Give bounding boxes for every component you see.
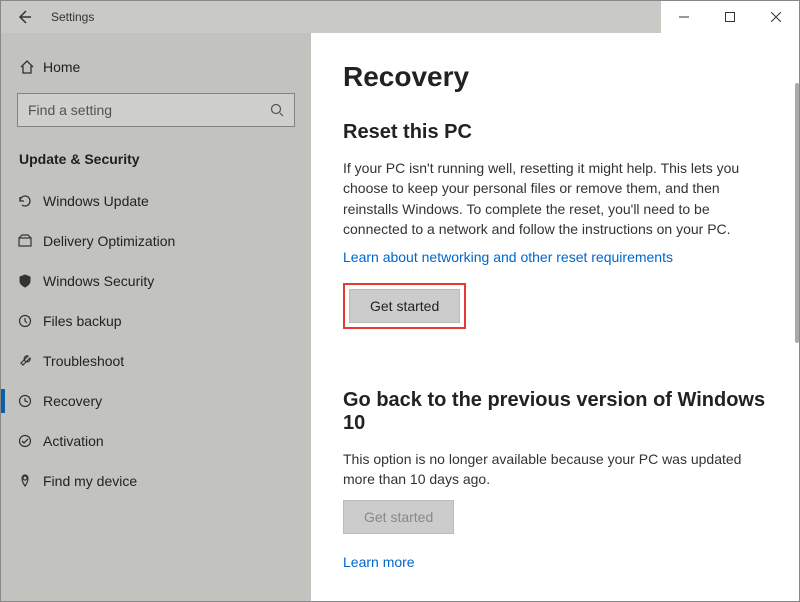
reset-description: If your PC isn't running well, resetting… xyxy=(343,158,771,239)
goback-get-started-button: Get started xyxy=(343,500,454,534)
sidebar-item-troubleshoot[interactable]: Troubleshoot xyxy=(1,341,311,381)
minimize-button[interactable] xyxy=(661,1,707,33)
sidebar-item-label: Recovery xyxy=(43,393,102,409)
goback-description: This option is no longer available becau… xyxy=(343,449,771,490)
maximize-button[interactable] xyxy=(707,1,753,33)
sidebar-item-activation[interactable]: Activation xyxy=(1,421,311,461)
back-button[interactable] xyxy=(1,1,47,33)
sidebar: Home Update & Security Windows Update De… xyxy=(1,33,311,601)
scrollbar[interactable] xyxy=(793,33,799,601)
sidebar-section-title: Update & Security xyxy=(1,145,311,181)
sidebar-item-delivery-optimization[interactable]: Delivery Optimization xyxy=(1,221,311,261)
goback-learn-more-link[interactable]: Learn more xyxy=(343,554,415,570)
shield-icon xyxy=(17,273,43,289)
sidebar-item-recovery[interactable]: Recovery xyxy=(1,381,311,421)
sidebar-item-windows-security[interactable]: Windows Security xyxy=(1,261,311,301)
sidebar-item-label: Windows Security xyxy=(43,273,154,289)
location-icon xyxy=(17,473,43,489)
sidebar-item-label: Windows Update xyxy=(43,193,149,209)
minimize-icon xyxy=(679,12,689,22)
sidebar-item-label: Find my device xyxy=(43,473,137,489)
reset-learn-link[interactable]: Learn about networking and other reset r… xyxy=(343,249,673,265)
sidebar-home-label: Home xyxy=(43,59,80,75)
activation-icon xyxy=(17,433,43,449)
search-input[interactable] xyxy=(28,102,270,118)
sidebar-item-find-my-device[interactable]: Find my device xyxy=(1,461,311,501)
arrow-left-icon xyxy=(16,9,32,25)
sidebar-item-label: Activation xyxy=(43,433,104,449)
titlebar: Settings xyxy=(1,1,799,33)
recovery-icon xyxy=(17,393,43,409)
settings-window: Settings Home Update xyxy=(0,0,800,602)
window-title: Settings xyxy=(47,10,94,24)
reset-get-started-button[interactable]: Get started xyxy=(349,289,460,323)
sidebar-item-windows-update[interactable]: Windows Update xyxy=(1,181,311,221)
sidebar-item-label: Troubleshoot xyxy=(43,353,124,369)
wrench-icon xyxy=(17,353,43,369)
backup-icon xyxy=(17,313,43,329)
reset-heading: Reset this PC xyxy=(343,121,771,144)
refresh-icon xyxy=(17,193,43,209)
close-icon xyxy=(771,12,781,22)
sidebar-item-files-backup[interactable]: Files backup xyxy=(1,301,311,341)
home-icon xyxy=(19,59,43,75)
sidebar-home[interactable]: Home xyxy=(1,51,311,83)
goback-heading: Go back to the previous version of Windo… xyxy=(343,389,771,435)
close-button[interactable] xyxy=(753,1,799,33)
maximize-icon xyxy=(725,12,735,22)
delivery-icon xyxy=(17,233,43,249)
page-title: Recovery xyxy=(343,61,771,93)
highlight-box: Get started xyxy=(343,283,466,329)
scrollbar-thumb[interactable] xyxy=(795,83,799,343)
main-content: Recovery Reset this PC If your PC isn't … xyxy=(311,33,799,601)
search-icon xyxy=(270,103,284,117)
sidebar-item-label: Files backup xyxy=(43,313,122,329)
sidebar-item-label: Delivery Optimization xyxy=(43,233,175,249)
search-input-container[interactable] xyxy=(17,93,295,127)
